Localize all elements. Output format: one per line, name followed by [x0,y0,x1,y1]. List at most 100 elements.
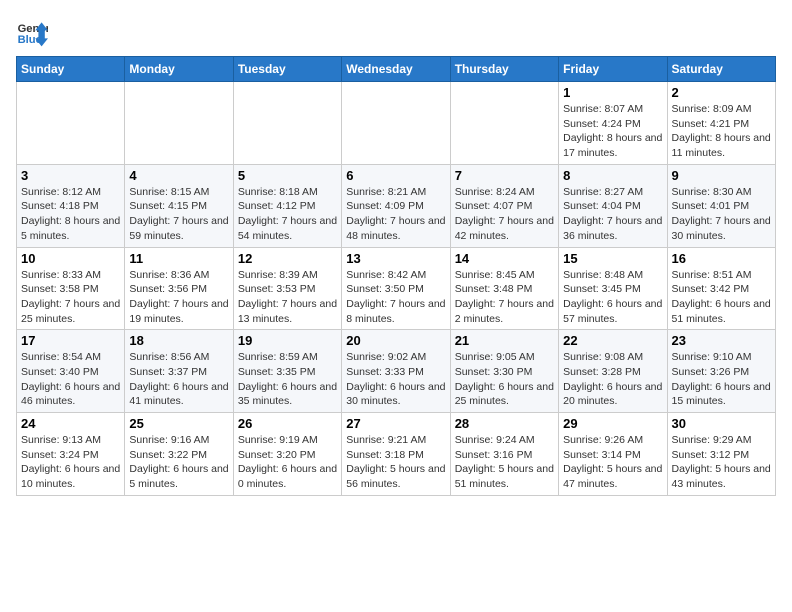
calendar-cell: 17 Sunrise: 8:54 AMSunset: 3:40 PMDayligh… [17,330,125,413]
day-info: Sunrise: 8:12 AMSunset: 4:18 PMDaylight:… [21,185,120,244]
day-number: 25 [129,416,228,431]
day-number: 12 [238,251,337,266]
day-info: Sunrise: 8:30 AMSunset: 4:01 PMDaylight:… [672,185,771,244]
day-info: Sunrise: 8:48 AMSunset: 3:45 PMDaylight:… [563,268,662,327]
day-info: Sunrise: 8:39 AMSunset: 3:53 PMDaylight:… [238,268,337,327]
calendar-cell: 21 Sunrise: 9:05 AMSunset: 3:30 PMDayligh… [450,330,558,413]
day-info: Sunrise: 8:09 AMSunset: 4:21 PMDaylight:… [672,102,771,161]
day-number: 5 [238,168,337,183]
day-info: Sunrise: 8:07 AMSunset: 4:24 PMDaylight:… [563,102,662,161]
logo: General Blue [16,16,52,48]
day-info: Sunrise: 9:19 AMSunset: 3:20 PMDaylight:… [238,433,337,492]
day-number: 30 [672,416,771,431]
calendar-cell: 8 Sunrise: 8:27 AMSunset: 4:04 PMDaylight… [559,164,667,247]
day-number: 26 [238,416,337,431]
day-number: 15 [563,251,662,266]
day-number: 4 [129,168,228,183]
calendar-week-row: 3Sunrise: 8:12 AMSunset: 4:18 PMDaylight… [17,164,776,247]
calendar-cell [125,82,233,165]
calendar-cell: 5Sunrise: 8:18 AMSunset: 4:12 PMDaylight… [233,164,341,247]
day-number: 24 [21,416,120,431]
day-info: Sunrise: 8:15 AMSunset: 4:15 PMDaylight:… [129,185,228,244]
calendar-cell [233,82,341,165]
day-info: Sunrise: 8:45 AMSunset: 3:48 PMDaylight:… [455,268,554,327]
calendar-cell: 10Sunrise: 8:33 AMSunset: 3:58 PMDayligh… [17,247,125,330]
logo-icon: General Blue [16,16,48,48]
day-number: 18 [129,333,228,348]
calendar-cell: 15 Sunrise: 8:48 AMSunset: 3:45 PMDayligh… [559,247,667,330]
calendar-cell [450,82,558,165]
day-number: 23 [672,333,771,348]
day-info: Sunrise: 9:21 AMSunset: 3:18 PMDaylight:… [346,433,445,492]
day-info: Sunrise: 8:59 AMSunset: 3:35 PMDaylight:… [238,350,337,409]
calendar-cell: 28Sunrise: 9:24 AMSunset: 3:16 PMDayligh… [450,413,558,496]
day-number: 14 [455,251,554,266]
calendar-cell: 30 Sunrise: 9:29 AMSunset: 3:12 PMDayligh… [667,413,775,496]
calendar-week-row: 24 Sunrise: 9:13 AMSunset: 3:24 PMDayligh… [17,413,776,496]
day-of-week-header: Friday [559,57,667,82]
calendar-week-row: 1 Sunrise: 8:07 AMSunset: 4:24 PMDaylight… [17,82,776,165]
calendar-cell: 22 Sunrise: 9:08 AMSunset: 3:28 PMDayligh… [559,330,667,413]
day-info: Sunrise: 9:16 AMSunset: 3:22 PMDaylight:… [129,433,228,492]
day-info: Sunrise: 8:51 AMSunset: 3:42 PMDaylight:… [672,268,771,327]
calendar-cell [17,82,125,165]
calendar-cell: 2 Sunrise: 8:09 AMSunset: 4:21 PMDaylight… [667,82,775,165]
day-info: Sunrise: 9:24 AMSunset: 3:16 PMDaylight:… [455,433,554,492]
calendar-cell: 16Sunrise: 8:51 AMSunset: 3:42 PMDayligh… [667,247,775,330]
day-of-week-header: Sunday [17,57,125,82]
day-number: 11 [129,251,228,266]
day-number: 21 [455,333,554,348]
calendar-header: SundayMondayTuesdayWednesdayThursdayFrid… [17,57,776,82]
calendar-cell: 18 Sunrise: 8:56 AMSunset: 3:37 PMDayligh… [125,330,233,413]
days-of-week-row: SundayMondayTuesdayWednesdayThursdayFrid… [17,57,776,82]
calendar-cell: 3Sunrise: 8:12 AMSunset: 4:18 PMDaylight… [17,164,125,247]
calendar-cell: 27Sunrise: 9:21 AMSunset: 3:18 PMDayligh… [342,413,450,496]
day-number: 2 [672,85,771,100]
day-number: 19 [238,333,337,348]
calendar-cell: 13Sunrise: 8:42 AMSunset: 3:50 PMDayligh… [342,247,450,330]
day-number: 1 [563,85,662,100]
calendar-table: SundayMondayTuesdayWednesdayThursdayFrid… [16,56,776,496]
calendar-week-row: 17 Sunrise: 8:54 AMSunset: 3:40 PMDayligh… [17,330,776,413]
calendar-cell: 12 Sunrise: 8:39 AMSunset: 3:53 PMDayligh… [233,247,341,330]
day-of-week-header: Wednesday [342,57,450,82]
calendar-cell: 26 Sunrise: 9:19 AMSunset: 3:20 PMDayligh… [233,413,341,496]
day-info: Sunrise: 8:36 AMSunset: 3:56 PMDaylight:… [129,268,228,327]
day-info: Sunrise: 8:21 AMSunset: 4:09 PMDaylight:… [346,185,445,244]
calendar-cell: 7 Sunrise: 8:24 AMSunset: 4:07 PMDaylight… [450,164,558,247]
calendar-cell [342,82,450,165]
day-of-week-header: Monday [125,57,233,82]
calendar-cell: 6 Sunrise: 8:21 AMSunset: 4:09 PMDaylight… [342,164,450,247]
day-number: 9 [672,168,771,183]
day-number: 7 [455,168,554,183]
day-info: Sunrise: 9:05 AMSunset: 3:30 PMDaylight:… [455,350,554,409]
day-number: 20 [346,333,445,348]
day-info: Sunrise: 9:02 AMSunset: 3:33 PMDaylight:… [346,350,445,409]
day-of-week-header: Tuesday [233,57,341,82]
day-info: Sunrise: 8:27 AMSunset: 4:04 PMDaylight:… [563,185,662,244]
day-info: Sunrise: 9:13 AMSunset: 3:24 PMDaylight:… [21,433,120,492]
day-of-week-header: Thursday [450,57,558,82]
calendar-cell: 20 Sunrise: 9:02 AMSunset: 3:33 PMDayligh… [342,330,450,413]
calendar-cell: 23 Sunrise: 9:10 AMSunset: 3:26 PMDayligh… [667,330,775,413]
day-info: Sunrise: 9:10 AMSunset: 3:26 PMDaylight:… [672,350,771,409]
day-info: Sunrise: 8:56 AMSunset: 3:37 PMDaylight:… [129,350,228,409]
day-info: Sunrise: 9:08 AMSunset: 3:28 PMDaylight:… [563,350,662,409]
day-number: 8 [563,168,662,183]
calendar-cell: 19 Sunrise: 8:59 AMSunset: 3:35 PMDayligh… [233,330,341,413]
header: General Blue [16,16,776,48]
calendar-cell: 14 Sunrise: 8:45 AMSunset: 3:48 PMDayligh… [450,247,558,330]
day-of-week-header: Saturday [667,57,775,82]
calendar-cell: 25 Sunrise: 9:16 AMSunset: 3:22 PMDayligh… [125,413,233,496]
day-number: 10 [21,251,120,266]
calendar-cell: 24 Sunrise: 9:13 AMSunset: 3:24 PMDayligh… [17,413,125,496]
calendar-cell: 29Sunrise: 9:26 AMSunset: 3:14 PMDayligh… [559,413,667,496]
day-info: Sunrise: 8:54 AMSunset: 3:40 PMDaylight:… [21,350,120,409]
day-number: 17 [21,333,120,348]
day-number: 29 [563,416,662,431]
day-info: Sunrise: 9:29 AMSunset: 3:12 PMDaylight:… [672,433,771,492]
calendar-cell: 9 Sunrise: 8:30 AMSunset: 4:01 PMDaylight… [667,164,775,247]
day-info: Sunrise: 8:24 AMSunset: 4:07 PMDaylight:… [455,185,554,244]
day-number: 22 [563,333,662,348]
day-number: 6 [346,168,445,183]
